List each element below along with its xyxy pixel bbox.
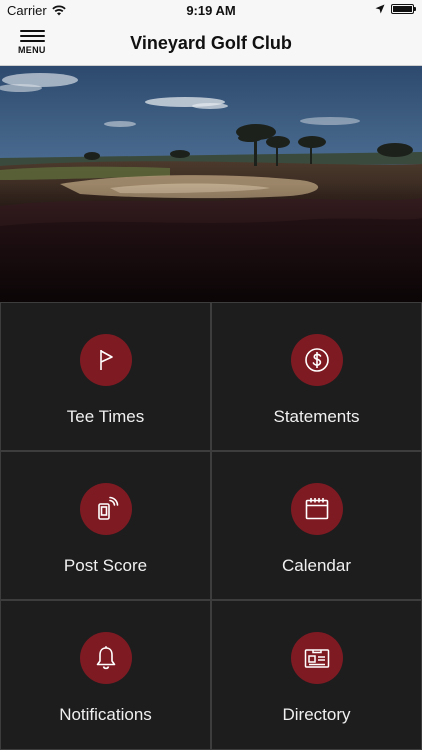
bell-icon bbox=[79, 632, 132, 684]
battery-icon bbox=[391, 4, 416, 14]
hero-image bbox=[0, 66, 422, 302]
flag-icon bbox=[79, 334, 132, 386]
calendar-label: Calendar bbox=[282, 556, 351, 575]
status-right bbox=[375, 4, 416, 14]
post-score-label: Post Score bbox=[63, 556, 148, 575]
statements-tile[interactable]: Statements bbox=[211, 302, 422, 451]
tee-times-tile[interactable]: Tee Times bbox=[0, 302, 211, 451]
statements-label: Statements bbox=[273, 407, 360, 426]
page-title: Vineyard Golf Club bbox=[130, 33, 292, 53]
calendar-tile[interactable]: Calendar bbox=[211, 451, 422, 600]
status-time: 9:19 AM bbox=[186, 3, 236, 18]
id-card-icon bbox=[290, 632, 343, 684]
nav-bar: MENU Vineyard Golf Club bbox=[0, 22, 422, 66]
tee-times-label: Tee Times bbox=[66, 407, 145, 426]
phone-signal-icon bbox=[79, 483, 132, 535]
location-arrow-icon bbox=[375, 4, 385, 14]
dollar-icon bbox=[290, 334, 343, 386]
status-bar: Carrier 9:19 AM bbox=[0, 0, 422, 22]
notifications-label: Notifications bbox=[59, 705, 152, 724]
directory-tile[interactable]: Directory bbox=[211, 600, 422, 750]
calendar-icon bbox=[290, 483, 343, 535]
menu-grid: Tee Times Statements Post Score Calendar… bbox=[0, 302, 422, 750]
directory-label: Directory bbox=[282, 705, 351, 724]
notifications-tile[interactable]: Notifications bbox=[0, 600, 211, 750]
post-score-tile[interactable]: Post Score bbox=[0, 451, 211, 600]
